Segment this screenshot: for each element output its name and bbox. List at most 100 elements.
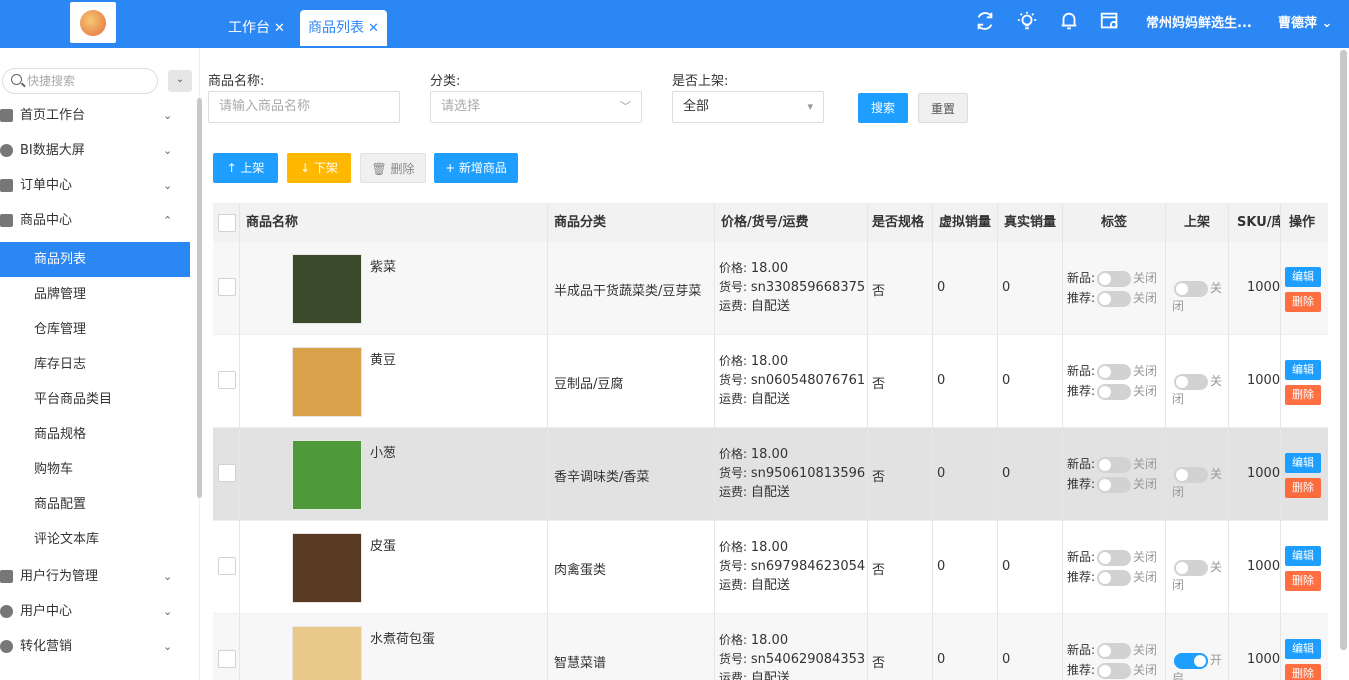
sidebar-scrollbar[interactable]: [197, 98, 202, 498]
listed-toggle[interactable]: [1174, 559, 1208, 576]
sku-value: sn540629084353: [750, 652, 866, 667]
new-toggle[interactable]: [1097, 642, 1132, 659]
collapse-button[interactable]: ⌄: [168, 70, 192, 92]
delete-row-button[interactable]: 删除: [1285, 664, 1321, 680]
real-sales-cell: 0: [998, 614, 1063, 680]
header-checkbox-cell: [213, 204, 240, 242]
tab-product-list[interactable]: 商品列表 ✕: [300, 10, 387, 46]
listed-toggle[interactable]: [1174, 652, 1208, 669]
recommend-toggle[interactable]: [1097, 476, 1132, 493]
name-cell: 紫菜: [240, 242, 548, 335]
delete-row-button[interactable]: 删除: [1285, 571, 1321, 591]
recommend-toggle[interactable]: [1097, 662, 1132, 679]
delete-row-button[interactable]: 删除: [1285, 478, 1321, 498]
row-checkbox[interactable]: [218, 371, 236, 389]
sidebar-item-users[interactable]: 用户中心 ⌄: [0, 594, 190, 629]
delete-row-button[interactable]: 删除: [1285, 292, 1321, 312]
sidebar-subitem-comment-lib[interactable]: 评论文本库: [0, 522, 190, 557]
product-image[interactable]: [292, 626, 362, 680]
sidebar-subitem-config[interactable]: 商品配置: [0, 487, 190, 522]
col-listed[interactable]: 上架: [1166, 204, 1229, 242]
sidebar-subitem-spec[interactable]: 商品规格: [0, 417, 190, 452]
bulb-icon[interactable]: [1016, 10, 1040, 34]
sidebar-item-user-behavior[interactable]: 用户行为管理 ⌄: [0, 559, 190, 594]
real-sales-value: 0: [1002, 652, 1011, 667]
table-row[interactable]: 水煮荷包蛋 智慧菜谱 价格: 18.00 货号: sn540629084353 运费: …: [213, 614, 1328, 680]
close-icon[interactable]: ✕: [368, 21, 379, 36]
new-toggle[interactable]: [1097, 549, 1132, 566]
app-logo[interactable]: [70, 2, 116, 43]
list-on-button[interactable]: ↑ 上架: [213, 153, 278, 183]
select-all-checkbox[interactable]: [218, 214, 236, 232]
close-icon[interactable]: ✕: [274, 21, 285, 36]
delete-button[interactable]: 🗑 删除: [360, 153, 426, 183]
add-product-button[interactable]: + 新增商品: [434, 153, 518, 183]
product-image[interactable]: [292, 347, 362, 417]
listed-toggle[interactable]: [1174, 280, 1208, 297]
product-image[interactable]: [292, 254, 362, 324]
product-image[interactable]: [292, 440, 362, 510]
sidebar-subitem-warehouse[interactable]: 仓库管理: [0, 312, 190, 347]
sidebar-subitem-platform-category[interactable]: 平台商品类目: [0, 382, 190, 417]
sidebar-subitem-brand[interactable]: 品牌管理: [0, 277, 190, 312]
row-checkbox[interactable]: [218, 278, 236, 296]
search-button[interactable]: 搜索: [858, 93, 908, 123]
col-tags[interactable]: 标签: [1063, 204, 1166, 242]
recommend-toggle[interactable]: [1097, 290, 1132, 307]
tab-workbench[interactable]: 工作台 ✕: [220, 10, 293, 46]
sidebar-subitem-stock-log[interactable]: 库存日志: [0, 347, 190, 382]
sidebar-search-input[interactable]: 快捷搜索: [2, 68, 158, 94]
edit-button[interactable]: 编辑: [1285, 267, 1321, 287]
bell-icon[interactable]: [1058, 10, 1082, 34]
col-virtual-sales[interactable]: 虚拟销量: [933, 204, 998, 242]
stock-value: 10000: [1247, 652, 1281, 667]
company-name[interactable]: 常州妈妈鲜选生...: [1146, 12, 1261, 31]
main-scrollbar[interactable]: [1340, 50, 1347, 650]
row-checkbox[interactable]: [218, 557, 236, 575]
col-real-sales[interactable]: 真实销量: [998, 204, 1063, 242]
sidebar-item-products[interactable]: 商品中心 ⌃: [0, 203, 190, 238]
product-image[interactable]: [292, 533, 362, 603]
user-menu[interactable]: 曹德萍 ⌄: [1278, 12, 1332, 31]
list-off-button[interactable]: ↓ 下架: [287, 153, 351, 183]
sidebar-subitem-cart[interactable]: 购物车: [0, 452, 190, 487]
listed-select[interactable]: 全部 ▾: [672, 91, 824, 123]
table-row[interactable]: 黄豆 豆制品/豆腐 价格: 18.00 货号: sn060548076761 运费: 自…: [213, 335, 1328, 428]
listed-toggle[interactable]: [1174, 466, 1208, 483]
sidebar-item-marketing[interactable]: 转化营销 ⌄: [0, 629, 190, 664]
edit-button[interactable]: 编辑: [1285, 453, 1321, 473]
sidebar-item-bi[interactable]: BI数据大屏 ⌄: [0, 133, 190, 168]
edit-button[interactable]: 编辑: [1285, 360, 1321, 380]
name-cell: 皮蛋: [240, 521, 548, 614]
col-spec[interactable]: 是否规格: [868, 204, 933, 242]
row-checkbox[interactable]: [218, 650, 236, 668]
edit-button[interactable]: 编辑: [1285, 639, 1321, 659]
stock-value: 10000: [1247, 559, 1281, 574]
col-category[interactable]: 商品分类: [548, 204, 715, 242]
new-toggle[interactable]: [1097, 456, 1132, 473]
sidebar-subitem-product-list[interactable]: 商品列表: [0, 242, 190, 277]
settings-panel-icon[interactable]: [1099, 10, 1123, 34]
new-toggle[interactable]: [1097, 270, 1132, 287]
delete-row-button[interactable]: 删除: [1285, 385, 1321, 405]
toggle-state: 关闭: [1133, 457, 1158, 471]
col-name[interactable]: 商品名称: [240, 204, 548, 242]
recommend-toggle[interactable]: [1097, 383, 1132, 400]
col-sku-stock[interactable]: SKU/库: [1229, 204, 1281, 242]
product-name-input[interactable]: 请输入商品名称: [208, 91, 400, 123]
col-actions: 操作: [1289, 215, 1316, 230]
new-toggle[interactable]: [1097, 363, 1132, 380]
table-row[interactable]: 紫菜 半成品干货蔬菜类/豆芽菜 价格: 18.00 货号: sn33085966837…: [213, 242, 1328, 335]
table-row[interactable]: 小葱 香辛调味类/香菜 价格: 18.00 货号: sn950610813596 运费:…: [213, 428, 1328, 521]
row-checkbox[interactable]: [218, 464, 236, 482]
refresh-icon[interactable]: [974, 10, 998, 34]
col-price[interactable]: 价格/货号/运费: [715, 204, 868, 242]
sidebar-item-orders[interactable]: 订单中心 ⌄: [0, 168, 190, 203]
listed-toggle[interactable]: [1174, 373, 1208, 390]
reset-button[interactable]: 重置: [918, 93, 968, 123]
sidebar-item-home[interactable]: 首页工作台 ⌄: [0, 98, 190, 133]
table-row[interactable]: 皮蛋 肉禽蛋类 价格: 18.00 货号: sn697984623054 运费: 自配送…: [213, 521, 1328, 614]
recommend-toggle[interactable]: [1097, 569, 1132, 586]
category-select[interactable]: 请选择 ﹀: [430, 91, 642, 123]
edit-button[interactable]: 编辑: [1285, 546, 1321, 566]
